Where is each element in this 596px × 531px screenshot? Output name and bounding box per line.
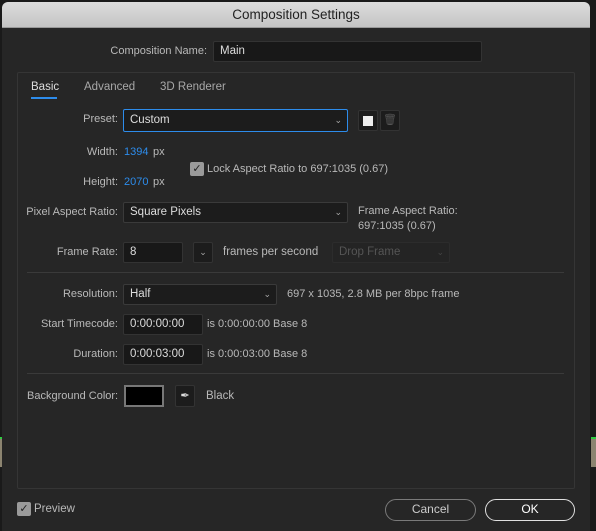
frame-aspect-value: 697:1035 (0.67) — [358, 220, 436, 232]
start-timecode-label: Start Timecode: — [40, 318, 118, 330]
tab-advanced[interactable]: Advanced — [84, 80, 135, 94]
chevron-down-icon: ⌄ — [263, 289, 271, 299]
preset-label: Preset: — [83, 113, 118, 125]
frame-rate-unit: frames per second — [223, 246, 319, 258]
active-tab-underline — [31, 97, 57, 99]
start-timecode-info: is 0:00:00:00 Base 8 — [207, 318, 308, 330]
cancel-button[interactable]: Cancel — [385, 499, 476, 521]
frame-rate-dropdown-button[interactable]: ⌄ — [193, 242, 213, 263]
width-unit: px — [153, 146, 165, 158]
title-bar: Composition Settings — [2, 2, 590, 28]
preview-label: Preview — [34, 503, 75, 515]
pixel-aspect-label: Pixel Aspect Ratio: — [26, 206, 118, 218]
chevron-down-icon: ⌄ — [199, 247, 207, 257]
pixel-aspect-value: Square Pixels — [130, 206, 201, 218]
settings-panel — [17, 72, 575, 489]
background-color-swatch[interactable] — [124, 385, 164, 407]
resolution-label: Resolution: — [62, 288, 118, 300]
comp-name-input[interactable]: Main — [213, 41, 482, 62]
right-edge-strip — [591, 437, 596, 467]
start-timecode-input[interactable]: 0:00:00:00 — [123, 314, 203, 335]
width-label: Width: — [86, 146, 118, 158]
background-color-label: Background Color: — [27, 390, 119, 402]
width-value[interactable]: 1394 — [124, 145, 148, 159]
preview-checkbox[interactable]: ✓ — [17, 502, 31, 516]
duration-info: is 0:00:03:00 Base 8 — [207, 348, 308, 360]
chevron-down-icon: ⌄ — [334, 115, 342, 125]
comp-name-label: Composition Name: — [110, 45, 207, 57]
pixel-aspect-select[interactable]: Square Pixels ⌄ — [123, 202, 348, 223]
drop-frame-value: Drop Frame — [339, 246, 401, 258]
chevron-down-icon: ⌄ — [334, 207, 342, 217]
frame-rate-input[interactable]: 8 — [123, 242, 183, 263]
chevron-down-icon: ⌄ — [436, 247, 444, 257]
eyedropper-icon: ✒ — [180, 390, 190, 402]
height-unit: px — [153, 176, 165, 188]
lock-aspect-label: Lock Aspect Ratio to 697:1035 (0.67) — [207, 163, 389, 175]
height-value[interactable]: 2070 — [124, 175, 148, 189]
save-preset-icon — [363, 116, 373, 126]
ok-button[interactable]: OK — [485, 499, 575, 521]
resolution-select[interactable]: Half ⌄ — [123, 284, 277, 305]
duration-input[interactable]: 0:00:03:00 — [123, 344, 203, 365]
background-color-name: Black — [206, 390, 235, 402]
resolution-info: 697 x 1035, 2.8 MB per 8bpc frame — [287, 288, 460, 300]
eyedropper-button[interactable]: ✒ — [175, 385, 195, 407]
lock-aspect-checkbox[interactable]: ✓ — [190, 162, 204, 176]
preset-value: Custom — [130, 114, 170, 126]
frame-rate-label: Frame Rate: — [56, 246, 118, 258]
preset-select[interactable]: Custom ⌄ — [123, 109, 348, 132]
delete-preset-button[interactable]: 🗑 — [380, 110, 400, 131]
resolution-value: Half — [130, 288, 151, 300]
tab-basic[interactable]: Basic — [31, 80, 59, 94]
frame-aspect-label: Frame Aspect Ratio: — [358, 205, 458, 217]
save-preset-button[interactable] — [358, 110, 378, 131]
tab-3d-renderer[interactable]: 3D Renderer — [160, 80, 226, 94]
height-label: Height: — [83, 176, 118, 188]
composition-settings-dialog: Composition Settings Composition Name: M… — [2, 2, 590, 531]
duration-label: Duration: — [73, 348, 118, 360]
trash-icon: 🗑 — [383, 114, 397, 126]
divider — [27, 272, 564, 273]
drop-frame-select[interactable]: Drop Frame ⌄ — [332, 242, 450, 263]
divider — [27, 373, 564, 374]
